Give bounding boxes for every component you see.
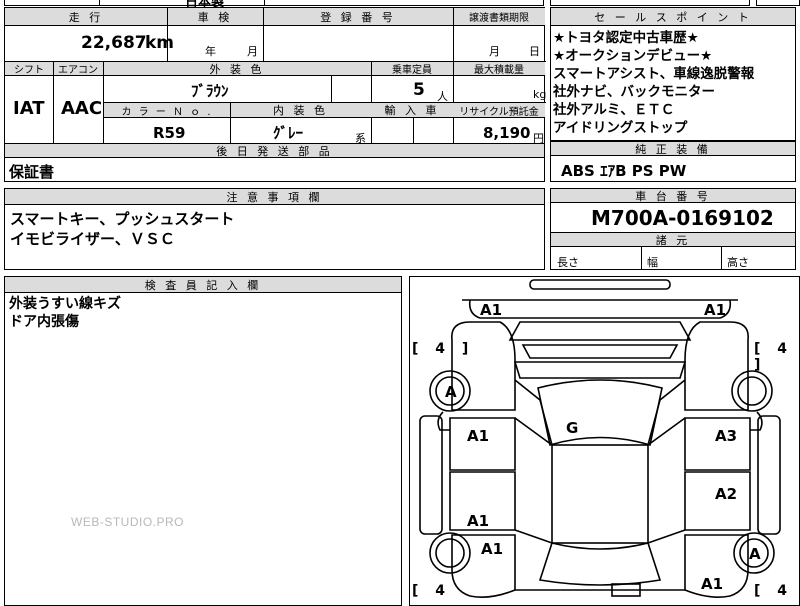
- chassis-value: M700A-0169102: [591, 206, 774, 230]
- damage-code-roof: G: [566, 419, 579, 437]
- chassis-header: 車 台 番 号: [551, 189, 795, 203]
- capacity-header: 乗車定員: [371, 62, 453, 76]
- standard-equipment-header: 純 正 装 備: [551, 142, 795, 156]
- notes-list: スマートキー、プッシュスタート イモビライザー、ＶＳＣ: [10, 209, 234, 249]
- standard-equipment-value: ABS ｴｱB PS PW: [561, 162, 687, 180]
- inspector-line: ドア内張傷: [9, 314, 79, 330]
- damage-code-front-right-corner: A1: [704, 301, 727, 319]
- dimension-width-label: 幅: [647, 256, 658, 269]
- tire-tread-front-right: [ 4 ]: [754, 341, 794, 373]
- capacity-value: 5: [413, 80, 425, 100]
- dimension-height-label: 高さ: [727, 256, 749, 269]
- max-load-header: 最大積載量: [453, 62, 545, 76]
- transfer-month: 月: [489, 45, 500, 58]
- color-no-header: カ ラ ー Ｎ ｏ .: [104, 103, 230, 118]
- inspector-header: 検 査 員 記 入 欄: [5, 277, 401, 293]
- interior-color-header: 内 装 色: [230, 103, 371, 118]
- damage-code-right-front-door: A3: [715, 427, 738, 445]
- recycle-value: 8,190: [483, 124, 531, 142]
- inspector-panel: 検 査 員 記 入 欄 外装うすい線キズ ドア内張傷 WEB-STUDIO.PR…: [4, 276, 402, 606]
- damage-code-left-rear-door: A1: [467, 512, 490, 530]
- damage-code-rear-right-corner: A1: [701, 575, 724, 593]
- import-header: 輸 入 車: [371, 103, 453, 118]
- sales-points-panel: セ ー ル ス ポ イ ン ト ★トヨタ認定中古車歴★ ★オークションデビュー★…: [550, 7, 796, 141]
- inspection-header: 車 検: [167, 8, 263, 26]
- recycle-header: リサイクル預託金: [453, 103, 545, 118]
- damage-diagram-panel: [ 4 ] [ 4 ] [ 4 [ 4 A1 A1 A G A1 A3 A2 A…: [409, 276, 800, 606]
- vehicle-info-table: 走 行 車 検 登 録 番 号 譲渡書類期限 22,687 km 年 月 月 日…: [4, 7, 547, 145]
- note-line: イモビライザー、ＶＳＣ: [10, 230, 175, 248]
- max-load-unit: kg: [533, 88, 547, 101]
- tire-tread-rear-right: [ 4: [754, 583, 794, 599]
- damage-code-right-rear-door: A2: [715, 485, 738, 503]
- inspection-year: 年: [205, 45, 216, 58]
- damage-code-right-rear-wheel: A: [749, 545, 761, 563]
- sales-point-line: 社外ナビ、バックモニター: [553, 84, 715, 100]
- standard-equipment-panel: 純 正 装 備 ABS ｴｱB PS PW: [550, 141, 796, 182]
- shift-value: IAT: [13, 98, 45, 119]
- watermark: WEB-STUDIO.PRO: [71, 515, 185, 529]
- sales-point-line: ★トヨタ認定中古車歴★: [553, 30, 699, 46]
- chassis-panel: 車 台 番 号 M700A-0169102: [550, 188, 796, 233]
- aircon-header: エアコン: [53, 62, 103, 76]
- notes-header: 注 意 事 項 欄: [5, 189, 544, 205]
- tire-tread-rear-left: [ 4: [412, 583, 452, 599]
- later-parts-panel: 後 日 発 送 部 品 保証書: [4, 143, 545, 182]
- top-partial-right-cell: [264, 0, 544, 6]
- transfer-day: 日: [529, 45, 540, 58]
- notes-panel: 注 意 事 項 欄 スマートキー、プッシュスタート イモビライザー、ＶＳＣ: [4, 188, 545, 270]
- top-partial-corner-cell: [756, 0, 800, 6]
- registration-header: 登 録 番 号: [263, 8, 453, 26]
- top-partial-mid-cell: [99, 0, 265, 6]
- later-parts-header: 後 日 発 送 部 品: [5, 144, 544, 158]
- inspector-line: 外装うすい線キズ: [9, 296, 121, 312]
- note-line: スマートキー、プッシュスタート: [10, 210, 235, 228]
- dimensions-header: 諸 元: [551, 233, 795, 247]
- mileage-value: 22,687: [81, 33, 147, 53]
- tire-tread-front-left: [ 4 ]: [412, 341, 475, 357]
- exterior-color-value: ﾌﾞﾗｳﾝ: [191, 82, 229, 100]
- sales-point-line: ★オークションデビュー★: [553, 48, 713, 64]
- sales-point-line: アイドリングストップ: [553, 120, 688, 136]
- aircon-value: AAC: [61, 98, 103, 119]
- sales-point-line: 社外アルミ、ＥＴＣ: [553, 102, 675, 118]
- dimension-length-label: 長さ: [557, 256, 579, 269]
- sales-points-list: ★トヨタ認定中古車歴★ ★オークションデビュー★ スマートアシスト、車線逸脱警報…: [553, 29, 754, 137]
- damage-code-front-left-corner: A1: [480, 301, 503, 319]
- transfer-deadline-header: 譲渡書類期限: [453, 8, 545, 26]
- mileage-unit: km: [145, 33, 175, 53]
- top-partial-far-right-cell: [550, 0, 750, 6]
- dimensions-panel: 諸 元 長さ 幅 高さ: [550, 232, 796, 270]
- shift-header: シフト: [5, 62, 53, 76]
- top-partial-left-cell: [4, 0, 100, 6]
- inspection-month: 月: [247, 45, 258, 58]
- damage-code-front-left-wheel: A: [445, 383, 457, 401]
- later-parts-value: 保証書: [9, 163, 55, 181]
- color-no-value: R59: [153, 124, 186, 142]
- interior-color-value: ｸﾞﾚｰ: [273, 124, 304, 142]
- inspector-list: 外装うすい線キズ ドア内張傷: [9, 295, 121, 331]
- mileage-header: 走 行: [5, 8, 167, 26]
- exterior-color-header: 外 装 色: [103, 62, 371, 76]
- damage-code-left-rear-quarter: A1: [481, 540, 504, 558]
- sales-points-header: セ ー ル ス ポ イ ン ト: [551, 8, 795, 26]
- sales-point-line: スマートアシスト、車線逸脱警報: [553, 66, 755, 82]
- damage-code-left-front-door: A1: [467, 427, 490, 445]
